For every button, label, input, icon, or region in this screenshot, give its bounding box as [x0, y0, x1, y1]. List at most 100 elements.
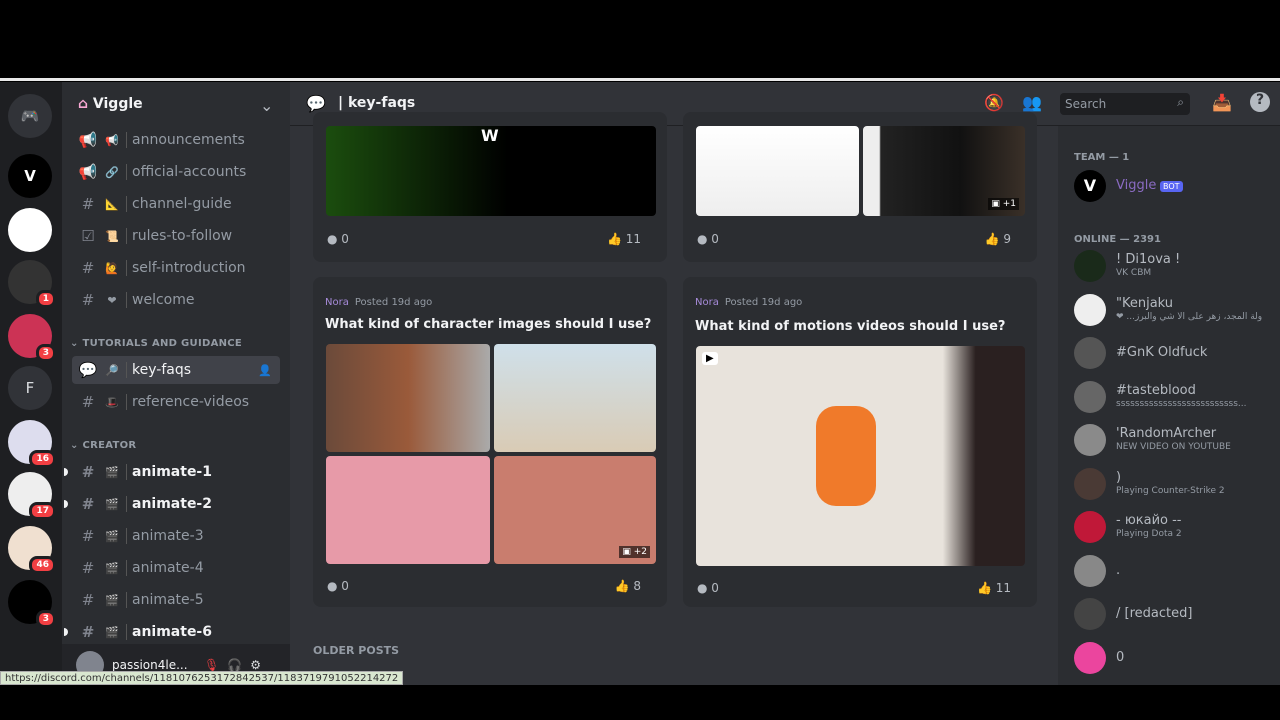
member-name: - юкайо --: [1116, 513, 1182, 528]
channel-channel-guide[interactable]: # 📐 channel-guide: [72, 190, 280, 218]
member-item[interactable]: 'RandomArcher NEW VIDEO ON YOUTUBE: [1074, 424, 1274, 458]
forum-icon: 💬: [306, 94, 326, 113]
member-name: ): [1116, 469, 1122, 485]
channel-animate-4[interactable]: # 🎬 animate-4: [72, 554, 280, 582]
headphones-icon[interactable]: 🎧: [227, 658, 242, 672]
comment-count: ● 0: [697, 581, 719, 595]
post-image: [696, 126, 859, 216]
member-item[interactable]: - юкайо -- Playing Dota 2: [1074, 511, 1274, 545]
channel-label: animate-6: [126, 624, 212, 640]
post-card[interactable]: Nora Posted 19d ago What kind of motions …: [683, 277, 1037, 607]
status-url: https://discord.com/channels/11810762531…: [0, 671, 404, 685]
channel-reference-videos[interactable]: # 🎩 reference-videos: [72, 388, 280, 416]
add-member-icon[interactable]: 👤: [258, 364, 272, 377]
server-icon[interactable]: [8, 208, 52, 252]
avatar: [1074, 554, 1106, 587]
like-count[interactable]: 👍 8: [615, 579, 641, 593]
older-posts-label: OLDER POSTS: [313, 644, 400, 657]
member-item[interactable]: .: [1074, 554, 1274, 589]
post-video[interactable]: ▶: [696, 346, 1025, 566]
member-status: VK CBM: [1116, 268, 1152, 278]
channel-emoji-icon: 📐: [105, 197, 119, 211]
channel-self-introduction[interactable]: # 🙋 self-introduction: [72, 254, 280, 282]
channel-animate-5[interactable]: # 🎬 animate-5: [72, 586, 280, 614]
member-status: ssssssssssssssssssssssssss...: [1116, 398, 1247, 409]
post-meta: Nora Posted 19d ago: [325, 297, 433, 308]
member-item[interactable]: #tasteblood ssssssssssssssssssssssssss...: [1074, 380, 1274, 415]
avatar: [1074, 641, 1106, 674]
server-icon[interactable]: 17: [8, 472, 56, 520]
member-name: .: [1116, 562, 1121, 578]
server-name[interactable]: ⌂ Viggle: [78, 96, 143, 112]
channel-rules-to-follow[interactable]: ☑ 📜 rules-to-follow: [72, 222, 280, 250]
category-creator[interactable]: ⌄ CREATOR: [70, 440, 136, 451]
post-meta: Nora Posted 19d ago: [695, 297, 803, 308]
viggle-logo: W: [481, 126, 499, 145]
post-card[interactable]: W ● 0 👍 11: [313, 112, 667, 262]
channel-welcome[interactable]: # ❤ welcome: [72, 286, 280, 314]
post-image: [326, 344, 490, 452]
server-icon[interactable]: V: [8, 154, 52, 198]
member-item[interactable]: #GnK Oldfuck: [1074, 337, 1274, 371]
unread-indicator: [64, 500, 68, 508]
channel-animate-2[interactable]: # 🎬 animate-2: [64, 490, 280, 518]
like-count[interactable]: 👍 9: [985, 232, 1011, 246]
search-input[interactable]: Search ⌕: [1060, 93, 1190, 115]
comment-count: ● 0: [697, 232, 719, 246]
hash-icon: #: [81, 623, 95, 641]
gear-icon[interactable]: ⚙: [250, 658, 261, 672]
viggle-icon: V: [24, 167, 36, 185]
mic-muted-icon[interactable]: 🎙: [204, 658, 219, 672]
channel-key-faqs[interactable]: 💬 🔎 key-faqs 👤: [72, 356, 280, 384]
post-card[interactable]: Nora Posted 19d ago What kind of characte…: [313, 277, 667, 607]
unread-badge: 3: [35, 344, 56, 362]
member-item[interactable]: ! Di1ova ! VK CBM: [1074, 250, 1274, 284]
more-images-badge: ▣ +2: [619, 546, 650, 558]
channel-label: welcome: [126, 292, 194, 308]
channel-emoji-icon: ❤: [107, 293, 117, 307]
server-icon[interactable]: 1: [8, 260, 56, 308]
server-icon[interactable]: 3: [8, 580, 56, 628]
online-header: ONLINE — 2391: [1074, 234, 1161, 245]
help-icon[interactable]: ?: [1250, 92, 1270, 112]
category-tutorials[interactable]: ⌄ TUTORIALS AND GUIDANCE: [70, 338, 242, 349]
member-item[interactable]: ) Playing Counter-Strike 2: [1074, 467, 1274, 502]
member-item[interactable]: / [redacted]: [1074, 598, 1274, 632]
avatar: [1074, 467, 1106, 500]
member-name: ! Di1ova !: [1116, 252, 1181, 267]
server-icon[interactable]: 🎮: [8, 94, 52, 138]
server-icon[interactable]: F: [8, 366, 52, 410]
channel-label: animate-3: [126, 528, 204, 544]
comment-count: ● 0: [327, 232, 349, 246]
unread-badge: 46: [29, 556, 56, 574]
play-icon[interactable]: ▶: [702, 352, 718, 365]
channel-emoji-icon: 📢: [105, 133, 119, 147]
channel-label: self-introduction: [126, 260, 246, 276]
member-status: ❤ ...ولة المجد، زهر على الأ شي والبرز: [1116, 311, 1263, 322]
channel-official-accounts[interactable]: 📢 🔗 official-accounts: [72, 158, 280, 186]
server-icon[interactable]: 3: [8, 314, 56, 362]
server-icon[interactable]: 16: [8, 420, 56, 468]
member-list: TEAM — 1 V Viggle BOT ONLINE — 2391 ! Di…: [1058, 126, 1280, 685]
post-card[interactable]: ▣ +1 ● 0 👍 9: [683, 112, 1037, 262]
member-item[interactable]: V Viggle BOT: [1074, 170, 1274, 204]
channel-title: | key-faqs: [338, 95, 416, 111]
channel-emoji-icon: 📜: [105, 229, 119, 243]
channel-animate-6[interactable]: # 🎬 animate-6: [64, 618, 280, 646]
channel-announcements[interactable]: 📢 📢 announcements: [72, 126, 280, 154]
member-item[interactable]: "Kenjaku ❤ ...ولة المجد، زهر على الأ شي و…: [1074, 293, 1274, 328]
like-count[interactable]: 👍 11: [977, 581, 1011, 595]
like-count[interactable]: 👍 11: [607, 232, 641, 246]
notification-muted-icon[interactable]: 🔕: [984, 93, 1004, 112]
members-icon[interactable]: 👥: [1022, 93, 1042, 112]
server-icon[interactable]: 46: [8, 526, 56, 574]
channel-animate-3[interactable]: # 🎬 animate-3: [72, 522, 280, 550]
inbox-icon[interactable]: 📥: [1212, 93, 1232, 112]
unread-badge: 1: [35, 290, 56, 308]
channel-animate-1[interactable]: # 🎬 animate-1: [64, 458, 280, 486]
chevron-down-icon[interactable]: ⌄: [260, 96, 273, 115]
member-item[interactable]: 0: [1074, 641, 1274, 676]
post-image: [326, 456, 490, 564]
channel-type-icon: #: [81, 291, 95, 309]
window-edge: [0, 78, 1280, 81]
